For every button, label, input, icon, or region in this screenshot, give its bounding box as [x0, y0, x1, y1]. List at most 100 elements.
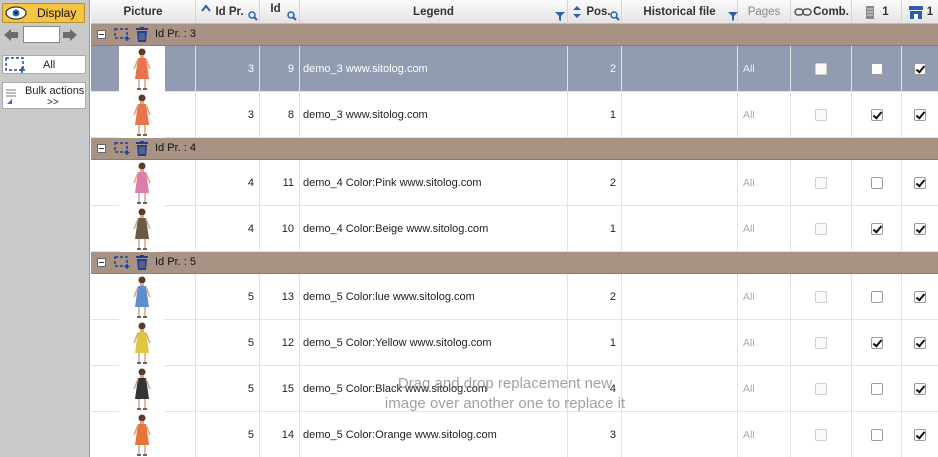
- product-thumbnail[interactable]: [119, 92, 165, 138]
- search-icon[interactable]: [287, 11, 297, 21]
- filter-icon[interactable]: [728, 11, 738, 21]
- select-group-icon[interactable]: [114, 142, 130, 155]
- document-icon: [866, 6, 874, 19]
- c2-cell: [902, 160, 938, 206]
- bulk-actions-label: Bulk actions: [25, 85, 85, 97]
- pages-cell: All: [738, 366, 791, 412]
- table-row[interactable]: 5 15 demo_5 Color:Black www.sitolog.com 4 Al…: [91, 366, 938, 412]
- picture-cell[interactable]: [91, 320, 196, 366]
- c1-checkbox[interactable]: [870, 337, 883, 349]
- product-thumbnail[interactable]: [119, 274, 165, 320]
- picture-cell[interactable]: [91, 274, 196, 320]
- legend-cell: demo_5 Color:Yellow www.sitolog.com: [300, 320, 568, 366]
- column-pos[interactable]: Pos.: [568, 0, 622, 24]
- c1-checkbox[interactable]: [870, 223, 883, 235]
- column-2[interactable]: 1: [902, 0, 938, 24]
- comb-checkbox[interactable]: [815, 383, 827, 395]
- column-comb[interactable]: Comb.: [791, 0, 852, 24]
- table-row[interactable]: 4 10 demo_4 Color:Beige www.sitolog.com 1 Al…: [91, 206, 938, 252]
- select-group-icon[interactable]: [114, 256, 130, 269]
- c1-checkbox[interactable]: [870, 383, 883, 395]
- arrow-right-icon[interactable]: [62, 27, 78, 43]
- select-group-icon[interactable]: [114, 28, 130, 41]
- c2-checkbox[interactable]: [914, 429, 926, 441]
- collapse-icon[interactable]: [97, 258, 106, 267]
- pos-cell: 4: [568, 366, 622, 412]
- comb-checkbox[interactable]: [815, 337, 827, 349]
- c2-checkbox[interactable]: [914, 337, 926, 349]
- product-thumbnail[interactable]: [119, 366, 165, 412]
- c2-checkbox[interactable]: [914, 383, 926, 395]
- id-cell: 15: [260, 366, 300, 412]
- c2-checkbox[interactable]: [914, 63, 926, 75]
- product-thumbnail[interactable]: [119, 412, 165, 457]
- table-row[interactable]: 5 13 demo_5 Color:lue www.sitolog.com 2 All: [91, 274, 938, 320]
- column-legend[interactable]: Legend: [300, 0, 568, 24]
- group-header[interactable]: Id Pr. : 3: [91, 24, 938, 46]
- table-row[interactable]: 5 14 demo_5 Color:Orange www.sitolog.com 3 A…: [91, 412, 938, 457]
- trash-icon[interactable]: [136, 255, 148, 270]
- legend-cell: demo_5 Color:lue www.sitolog.com: [300, 274, 568, 320]
- product-thumbnail[interactable]: [119, 160, 165, 206]
- picture-cell[interactable]: [91, 160, 196, 206]
- c1-checkbox[interactable]: [870, 429, 883, 441]
- c1-checkbox[interactable]: [870, 63, 883, 75]
- id-pr-cell: 3: [196, 46, 260, 92]
- c1-checkbox[interactable]: [870, 109, 883, 121]
- filter-icon[interactable]: [555, 11, 565, 21]
- collapse-icon[interactable]: [97, 30, 106, 39]
- column-id[interactable]: Id: [260, 0, 300, 24]
- group-header[interactable]: Id Pr. : 4: [91, 138, 938, 160]
- historical-file-cell: [622, 412, 738, 457]
- picture-cell[interactable]: [91, 206, 196, 252]
- c2-checkbox[interactable]: [914, 223, 926, 235]
- image-manager: Display All Bulk actions >> Picture Id P…: [0, 0, 938, 457]
- table-row[interactable]: 3 8 demo_3 www.sitolog.com 1 All: [91, 92, 938, 138]
- c2-checkbox[interactable]: [914, 109, 926, 121]
- c2-checkbox[interactable]: [914, 291, 926, 303]
- select-all-button[interactable]: All: [2, 55, 86, 74]
- column-id-pr[interactable]: Id Pr.: [196, 0, 260, 24]
- picture-cell[interactable]: [91, 366, 196, 412]
- comb-checkbox[interactable]: [815, 63, 827, 75]
- display-button[interactable]: Display: [2, 3, 85, 23]
- group-header[interactable]: Id Pr. : 5: [91, 252, 938, 274]
- picture-cell[interactable]: [91, 46, 196, 92]
- comb-checkbox[interactable]: [815, 291, 827, 303]
- comb-checkbox[interactable]: [815, 429, 827, 441]
- trash-icon[interactable]: [136, 27, 148, 42]
- trash-icon[interactable]: [136, 141, 148, 156]
- selection-add-icon: [5, 57, 27, 73]
- c1-checkbox[interactable]: [870, 177, 883, 189]
- product-thumbnail[interactable]: [119, 206, 165, 252]
- column-pages[interactable]: Pages: [728, 0, 791, 24]
- collapse-icon[interactable]: [97, 144, 106, 153]
- c1-cell: [852, 160, 902, 206]
- comb-checkbox[interactable]: [815, 109, 827, 121]
- table-row[interactable]: 3 9 demo_3 www.sitolog.com 2 All: [91, 46, 938, 92]
- comb-checkbox[interactable]: [815, 177, 827, 189]
- arrow-left-icon[interactable]: [3, 27, 19, 43]
- table-row[interactable]: 4 11 demo_4 Color:Pink www.sitolog.com 2 All: [91, 160, 938, 206]
- column-historical-file[interactable]: Historical file: [622, 0, 738, 24]
- display-label: Display: [37, 6, 77, 20]
- pages-cell: All: [738, 274, 791, 320]
- bulk-actions-button[interactable]: Bulk actions >>: [2, 82, 86, 109]
- column-picture[interactable]: Picture: [91, 0, 196, 24]
- picture-cell[interactable]: [91, 92, 196, 138]
- comb-checkbox[interactable]: [815, 223, 827, 235]
- picture-cell[interactable]: [91, 412, 196, 457]
- column-1[interactable]: 1: [852, 0, 902, 24]
- group-label: Id Pr. : 4: [155, 142, 196, 154]
- id-pr-cell: 5: [196, 274, 260, 320]
- search-icon[interactable]: [610, 11, 620, 21]
- search-icon[interactable]: [248, 11, 258, 21]
- page-input[interactable]: [23, 26, 60, 43]
- historical-file-cell: [622, 320, 738, 366]
- product-thumbnail[interactable]: [119, 46, 165, 92]
- id-pr-cell: 4: [196, 160, 260, 206]
- table-row[interactable]: 5 12 demo_5 Color:Yellow www.sitolog.com 1 A…: [91, 320, 938, 366]
- c2-checkbox[interactable]: [914, 177, 926, 189]
- c1-checkbox[interactable]: [870, 291, 883, 303]
- product-thumbnail[interactable]: [119, 320, 165, 366]
